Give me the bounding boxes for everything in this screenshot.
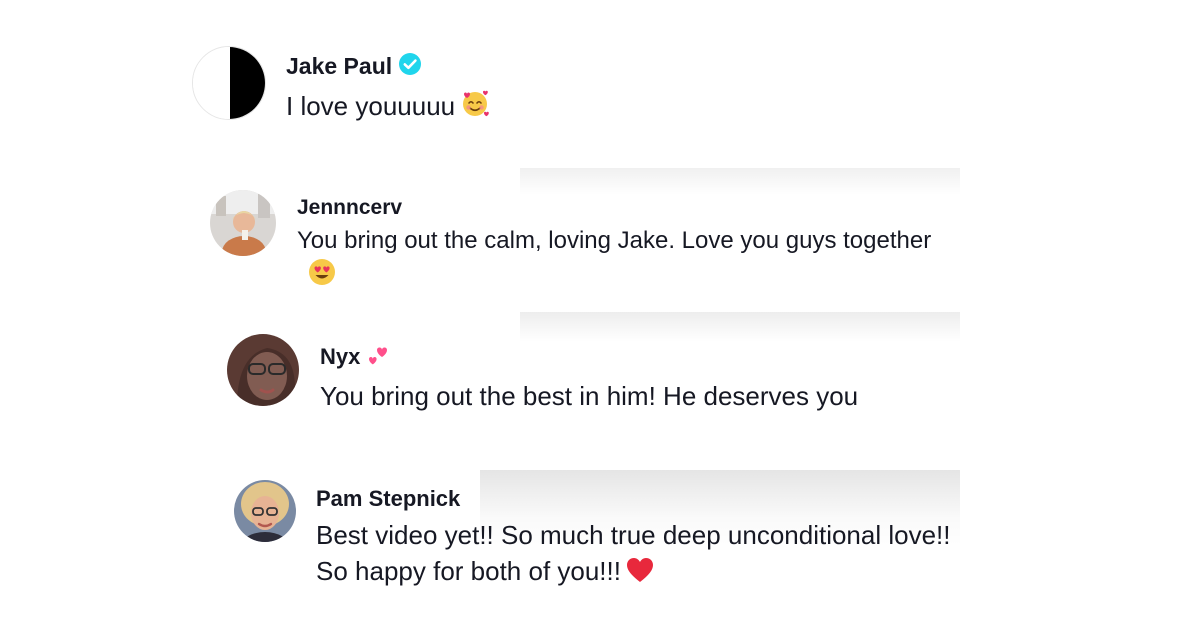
comment-nyx: Nyx You bring out the best in him! He de…	[227, 334, 858, 415]
username[interactable]: Nyx	[320, 344, 360, 370]
comment-text: I love youuuuu	[286, 91, 456, 121]
comment-text: You bring out the best in him! He deserv…	[320, 381, 859, 411]
comment-jake-paul: Jake Paul I love youuuuu	[192, 46, 491, 129]
red-heart-icon	[625, 556, 655, 594]
username[interactable]: Jake Paul	[286, 53, 392, 80]
comment-jennncerv: Jennncerv You bring out the calm, loving…	[210, 190, 937, 296]
comment-meta-cutoff	[316, 602, 516, 610]
verified-badge-icon	[398, 52, 422, 81]
smiling-face-with-hearts-icon	[459, 87, 491, 129]
comment-pam-stepnick: Pam Stepnick Best video yet!! So much tr…	[234, 480, 976, 594]
comments-collage: Jake Paul I love youuuuu Jennncerv You b…	[0, 0, 1200, 630]
username[interactable]: Jennncerv	[297, 196, 402, 220]
avatar[interactable]	[227, 334, 299, 406]
avatar[interactable]	[210, 190, 276, 256]
comment-text: You bring out the calm, loving Jake. Lov…	[297, 227, 932, 254]
avatar[interactable]	[234, 480, 296, 542]
username[interactable]: Pam Stepnick	[316, 486, 460, 512]
two-hearts-icon	[366, 340, 394, 373]
heart-eyes-icon	[307, 257, 337, 296]
avatar[interactable]	[192, 46, 266, 120]
comment-meta-cutoff	[297, 310, 497, 318]
